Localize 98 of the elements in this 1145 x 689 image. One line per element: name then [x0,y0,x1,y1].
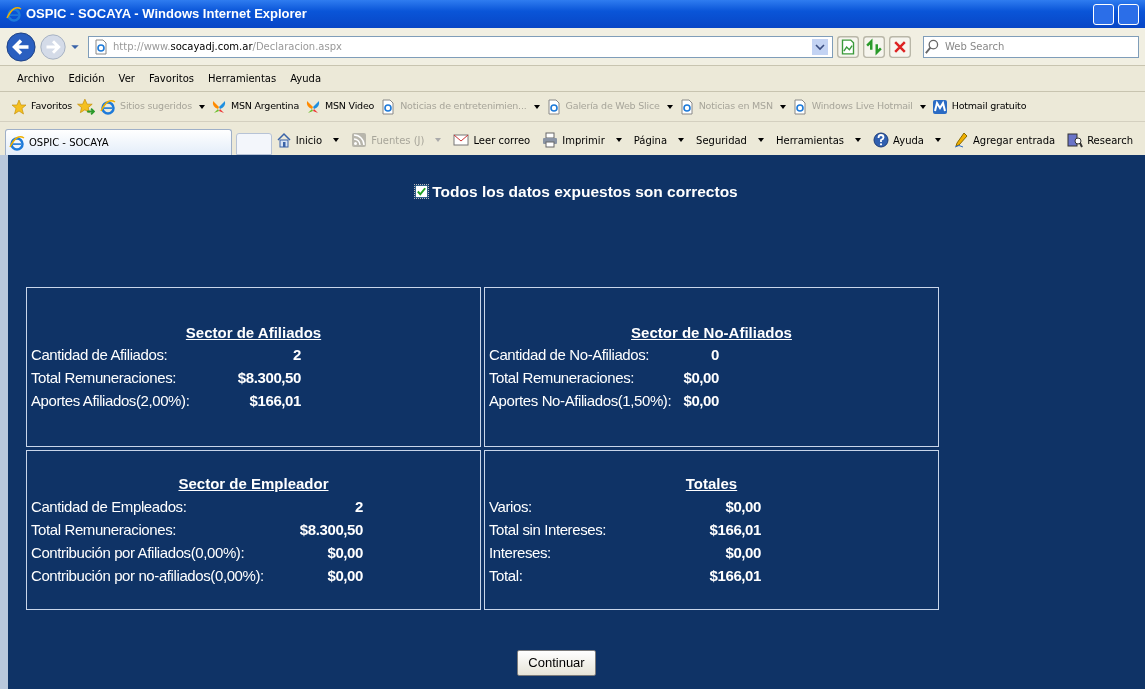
butterfly-icon [210,98,227,115]
field-value: $8.300,50 [237,368,301,389]
field-label: Aportes No-Afiliados(1,50%): [489,391,672,412]
field-value: 2 [355,496,363,517]
command-button[interactable]: Agregar entrada [949,132,1060,148]
continue-button[interactable]: Continuar [517,650,596,676]
section-title: Sector de Afiliados [185,322,322,343]
field-label: Intereses: [489,542,551,563]
field-label: Total: [489,565,523,586]
menu-item[interactable]: Ver [111,71,142,86]
field-value: $0,00 [725,496,761,517]
command-button[interactable]: Página [629,132,689,148]
field-label: Contribución por Afiliados(0,00%): [31,542,245,563]
section-title: Sector de Empleador [178,474,329,494]
field-value: $0,00 [327,565,363,586]
caret-icon [779,104,786,109]
checkbox-label: Todos los datos expuestos son correctos [432,182,738,202]
caret-icon [666,104,673,109]
stop-button[interactable] [889,35,911,58]
field-label: Contribución por no-afiliados(0,00%): [31,565,264,586]
field-value: $166,01 [249,391,301,412]
field-value: $0,00 [683,391,719,412]
compatibility-button[interactable] [837,35,859,58]
home-icon [275,132,292,148]
envelope-icon [453,132,470,148]
command-button[interactable]: Imprimir [538,132,626,148]
refresh-button[interactable] [863,35,885,58]
field-label: Total sin Intereses: [489,519,607,540]
favorites-link[interactable]: MSN Video [304,98,376,115]
field-label: Cantidad de No-Afiliados: [489,345,650,366]
field-value: 0 [711,345,719,366]
caret-icon [678,138,685,142]
favorites-button[interactable]: Favoritos [10,98,74,115]
field-value: 2 [293,345,301,366]
field-label: Cantidad de Afiliados: [31,345,168,366]
caret-icon [919,104,926,109]
favorites-link[interactable]: MSN Argentina [209,98,300,115]
page-icon [380,98,397,115]
menu-item[interactable]: Ayuda [283,71,329,86]
checkbox[interactable] [415,185,429,199]
window-title: OSPIC - SOCAYA - Windows Internet Explorer [26,5,307,24]
field-value: $0,00 [327,542,363,563]
page-icon [545,98,562,115]
field-value: $166,01 [709,565,761,586]
field-label: Cantidad de Empleados: [31,496,187,517]
caret-icon [855,138,862,142]
field-value: $8.300,50 [299,519,363,540]
ie-logo-icon [6,6,22,22]
search-field[interactable]: Web Search [923,35,1139,58]
field-label: Total Remuneraciones: [489,368,634,389]
favorites-link[interactable]: Hotmail gratuito [930,98,1028,115]
butterfly-icon [305,98,321,115]
back-button[interactable] [6,31,36,62]
star-icon [11,98,27,115]
address-field[interactable]: http://www.socayadj.com.ar/Declaracion.aspx [88,35,833,58]
pen-icon [953,132,969,148]
search-icon [924,39,939,54]
field-value: $166,01 [709,519,761,540]
menu-item[interactable]: Archivo [10,71,62,86]
field-label: Varios: [489,496,532,517]
page-icon [678,98,695,115]
field-value: $0,00 [683,368,719,389]
caret-icon [435,138,442,142]
command-button[interactable]: Seguridad [692,132,768,148]
command-button[interactable]: Leer correo [449,132,535,148]
add-favorite-icon[interactable] [77,97,96,116]
page-icon [93,38,109,55]
section-title: Totales [685,474,738,494]
command-button[interactable]: Research [1063,132,1137,148]
caret-icon [935,138,941,142]
url-text: http://www.socayadj.com.ar/Declaracion.aspx [113,40,342,54]
command-button[interactable]: Herramientas [771,132,866,148]
browser-tab[interactable]: OSPIC - SOCAYA [5,129,232,155]
help-icon [873,132,890,148]
field-label: Aportes Afiliados(2,00%): [31,391,190,412]
field-label: Total Remuneraciones: [31,519,176,540]
field-value: $0,00 [725,542,761,563]
caret-icon [333,138,340,142]
book-search-icon [1067,132,1084,148]
dropdown-button[interactable] [812,37,828,56]
menu-item[interactable]: Edición [61,71,112,86]
page-icon [791,98,808,115]
field-label: Total Remuneraciones: [31,368,176,389]
section-title: Sector de No-Afiliados [631,322,792,343]
feed-icon [351,132,368,148]
mail-logo-icon [931,98,948,115]
caret-icon [757,138,764,142]
caret-icon [533,104,540,109]
menu-item[interactable]: Herramientas [201,71,284,86]
ie-logo-icon [9,134,25,151]
caret-icon [615,138,622,142]
ie-logo-icon [100,98,117,115]
command-button[interactable]: Inicio [271,132,344,148]
printer-icon [542,132,559,148]
caret-icon [198,104,205,109]
menu-item[interactable]: Favoritos [141,71,202,86]
search-input[interactable]: Web Search [943,38,1138,55]
command-button[interactable]: Ayuda [869,132,945,148]
